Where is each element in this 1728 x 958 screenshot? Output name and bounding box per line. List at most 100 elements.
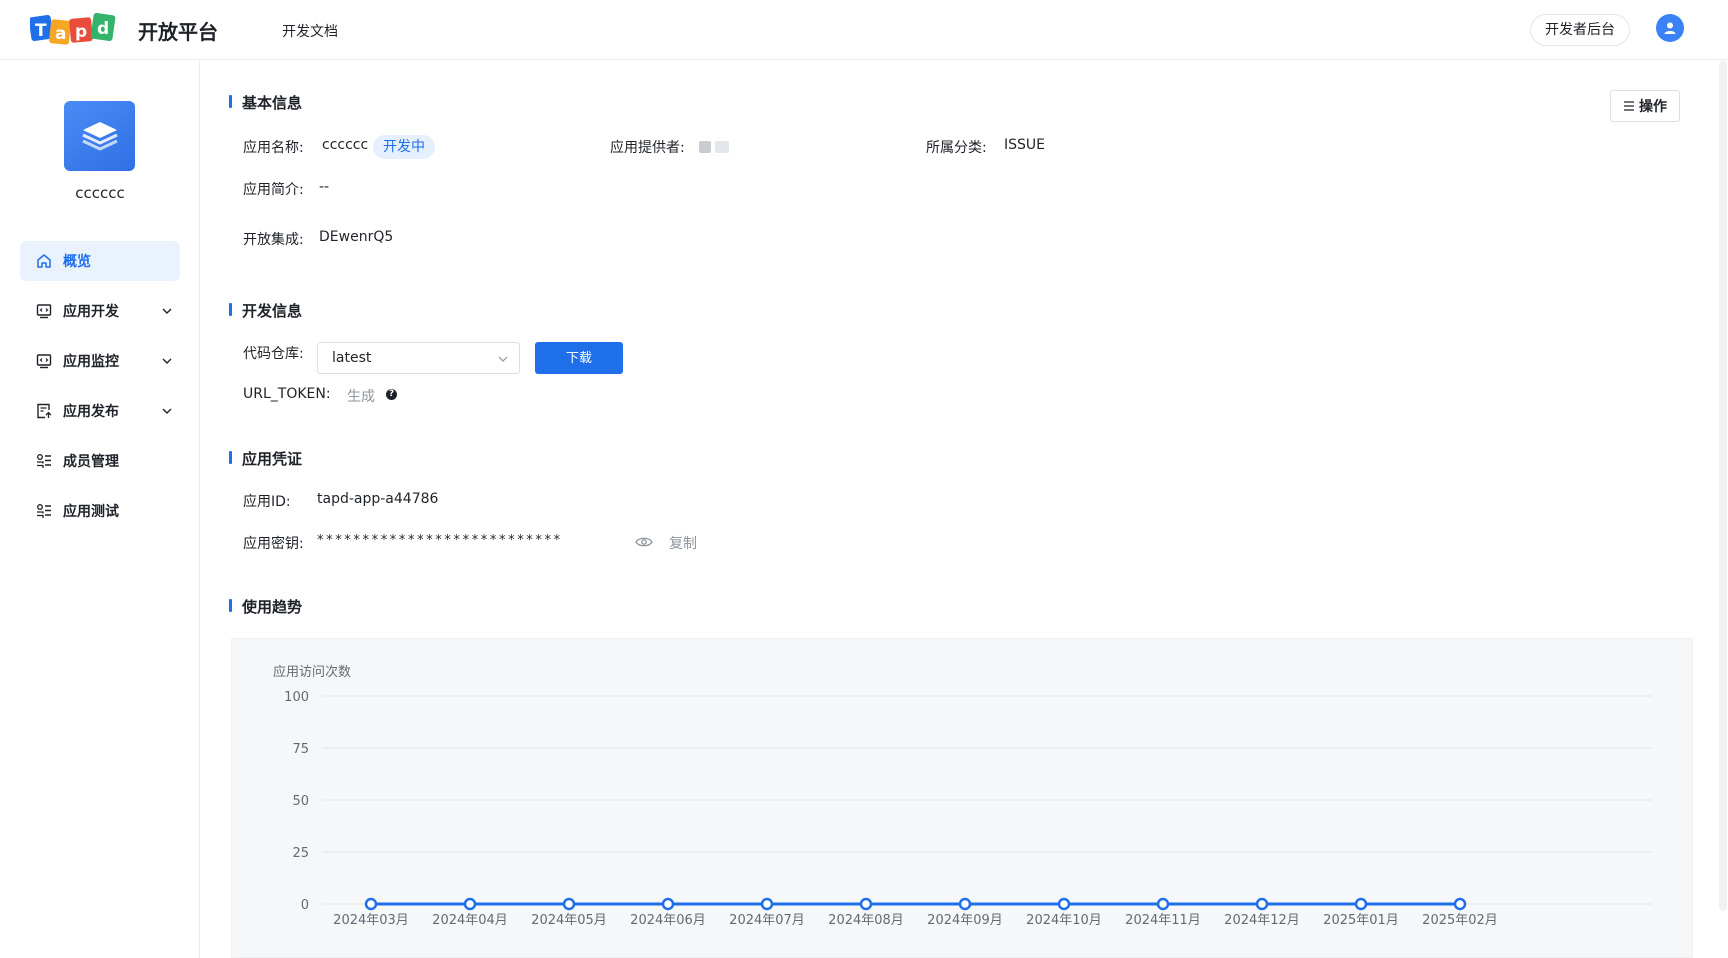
list-icon bbox=[1624, 101, 1634, 111]
y-tick-label: 25 bbox=[292, 846, 309, 861]
data-point[interactable] bbox=[1453, 897, 1467, 911]
svg-text:T: T bbox=[35, 21, 47, 41]
app-name-label: 应用名称: bbox=[243, 140, 304, 156]
usage-chart: 应用访问次数 0 25 50 75 100 2024年03月 2024年04月 2024年05… bbox=[231, 638, 1693, 958]
x-tick-label: 2024年03月 bbox=[333, 913, 409, 928]
data-point[interactable] bbox=[1057, 897, 1071, 911]
dev-console-button[interactable]: 开发者后台 bbox=[1530, 14, 1630, 46]
user-avatar[interactable] bbox=[1656, 14, 1684, 42]
data-point[interactable] bbox=[661, 897, 675, 911]
chevron-down-icon bbox=[162, 408, 172, 414]
y-tick-label: 0 bbox=[301, 898, 309, 913]
data-point[interactable] bbox=[859, 897, 873, 911]
section-title-dev: 开发信息 bbox=[229, 300, 302, 321]
page-scrollbar[interactable] bbox=[1719, 61, 1727, 911]
category-label: 所属分类: bbox=[926, 140, 987, 156]
svg-text:a: a bbox=[55, 24, 66, 44]
provider-avatar-placeholder bbox=[699, 141, 731, 153]
member-list-icon bbox=[35, 502, 53, 520]
y-tick-label: 75 bbox=[292, 742, 309, 757]
nav-dev-docs[interactable]: 开发文档 bbox=[282, 21, 338, 41]
app-id-value: tapd-app-a44786 bbox=[317, 491, 439, 507]
data-point[interactable] bbox=[562, 897, 576, 911]
x-tick-label: 2024年06月 bbox=[630, 913, 706, 928]
x-tick-label: 2024年12月 bbox=[1224, 913, 1300, 928]
sidebar-item-label: 成员管理 bbox=[63, 454, 119, 470]
sidebar-item-members[interactable]: 成员管理 bbox=[20, 441, 180, 481]
data-point[interactable] bbox=[1354, 897, 1368, 911]
x-tick-label: 2024年08月 bbox=[828, 913, 904, 928]
sidebar-item-app-monitor[interactable]: 应用监控 bbox=[20, 341, 180, 381]
section-title-credentials: 应用凭证 bbox=[229, 448, 302, 469]
section-title-trend: 使用趋势 bbox=[229, 596, 302, 617]
x-tick-label: 2025年02月 bbox=[1422, 913, 1498, 928]
x-tick-label: 2024年07月 bbox=[729, 913, 805, 928]
app-id-label: 应用ID: bbox=[243, 494, 291, 510]
repo-select[interactable]: latest bbox=[317, 342, 520, 374]
app-name: cccccc bbox=[75, 184, 125, 202]
sidebar-item-app-dev[interactable]: 应用开发 bbox=[20, 291, 180, 331]
repo-label: 代码仓库: bbox=[243, 346, 304, 362]
sidebar-item-label: 应用测试 bbox=[63, 504, 119, 520]
svg-text:p: p bbox=[75, 22, 87, 42]
sidebar-item-label: 概览 bbox=[63, 254, 91, 270]
chevron-down-icon bbox=[498, 356, 508, 362]
repo-select-value: latest bbox=[332, 350, 372, 366]
data-point[interactable] bbox=[364, 897, 378, 911]
download-button[interactable]: 下载 bbox=[535, 342, 623, 374]
section-title-basic: 基本信息 bbox=[229, 92, 302, 113]
main-content: 操作 基本信息 应用名称: cccccc 开发中 应用提供者: 所属分类: IS… bbox=[201, 61, 1718, 958]
x-tick-label: 2024年11月 bbox=[1125, 913, 1201, 928]
x-tick-label: 2025年01月 bbox=[1323, 913, 1399, 928]
app-secret-label: 应用密钥: bbox=[243, 536, 304, 552]
sidebar-item-app-test[interactable]: 应用测试 bbox=[20, 491, 180, 531]
data-point[interactable] bbox=[958, 897, 972, 911]
publish-icon bbox=[35, 402, 53, 420]
line-chart: 0 25 50 75 100 2024年03月 2024年04月 2024年05月 2024年0… bbox=[284, 690, 1652, 928]
integration-value: DEwenrQ5 bbox=[319, 229, 394, 245]
app-secret-value: *************************** bbox=[317, 533, 563, 548]
sidebar-item-overview[interactable]: 概览 bbox=[20, 241, 180, 281]
layers-icon bbox=[81, 122, 118, 151]
data-point[interactable] bbox=[1156, 897, 1170, 911]
x-tick-label: 2024年04月 bbox=[432, 913, 508, 928]
home-icon bbox=[35, 252, 53, 270]
integration-label: 开放集成: bbox=[243, 232, 304, 248]
app-name-value: cccccc bbox=[322, 137, 369, 153]
brand-title: 开放平台 bbox=[138, 20, 218, 44]
sidebar-item-label: 应用监控 bbox=[63, 354, 119, 370]
generate-token-link[interactable]: 生成 bbox=[347, 386, 375, 406]
sidebar-menu: 概览 应用开发 应用监控 应用发布 成员管理 应用测试 bbox=[20, 241, 180, 541]
sidebar-item-label: 应用发布 bbox=[63, 404, 119, 420]
tapd-logo[interactable]: T a p d bbox=[28, 12, 118, 48]
user-icon bbox=[1664, 22, 1676, 34]
monitor-code-icon bbox=[35, 302, 53, 320]
sidebar-item-app-publish[interactable]: 应用发布 bbox=[20, 391, 180, 431]
url-token-label: URL_TOKEN: bbox=[243, 386, 331, 402]
x-tick-label: 2024年10月 bbox=[1026, 913, 1102, 928]
monitor-code-icon bbox=[35, 352, 53, 370]
category-value: ISSUE bbox=[1004, 137, 1045, 153]
y-tick-label: 100 bbox=[284, 690, 309, 705]
copy-secret-link[interactable]: 复制 bbox=[669, 533, 697, 553]
member-list-icon bbox=[35, 452, 53, 470]
data-point[interactable] bbox=[760, 897, 774, 911]
x-tick-label: 2024年09月 bbox=[927, 913, 1003, 928]
data-point[interactable] bbox=[463, 897, 477, 911]
x-tick-label: 2024年05月 bbox=[531, 913, 607, 928]
provider-label: 应用提供者: bbox=[610, 140, 685, 156]
y-tick-label: 50 bbox=[292, 794, 309, 809]
chevron-down-icon bbox=[162, 358, 172, 364]
operations-button[interactable]: 操作 bbox=[1610, 90, 1680, 122]
data-point[interactable] bbox=[1255, 897, 1269, 911]
intro-label: 应用简介: bbox=[243, 182, 304, 198]
status-badge: 开发中 bbox=[373, 135, 435, 159]
top-bar: T a p d 开放平台 开发文档 开发者后台 bbox=[0, 0, 1728, 60]
svg-text:d: d bbox=[97, 19, 109, 39]
sidebar-item-label: 应用开发 bbox=[63, 304, 119, 320]
sidebar: cccccc 概览 应用开发 应用监控 应用发布 成员管理 应用测试 bbox=[0, 61, 200, 958]
eye-icon[interactable] bbox=[635, 536, 653, 548]
help-icon[interactable]: ? bbox=[386, 389, 397, 400]
chevron-down-icon bbox=[162, 308, 172, 314]
app-icon bbox=[64, 101, 135, 171]
